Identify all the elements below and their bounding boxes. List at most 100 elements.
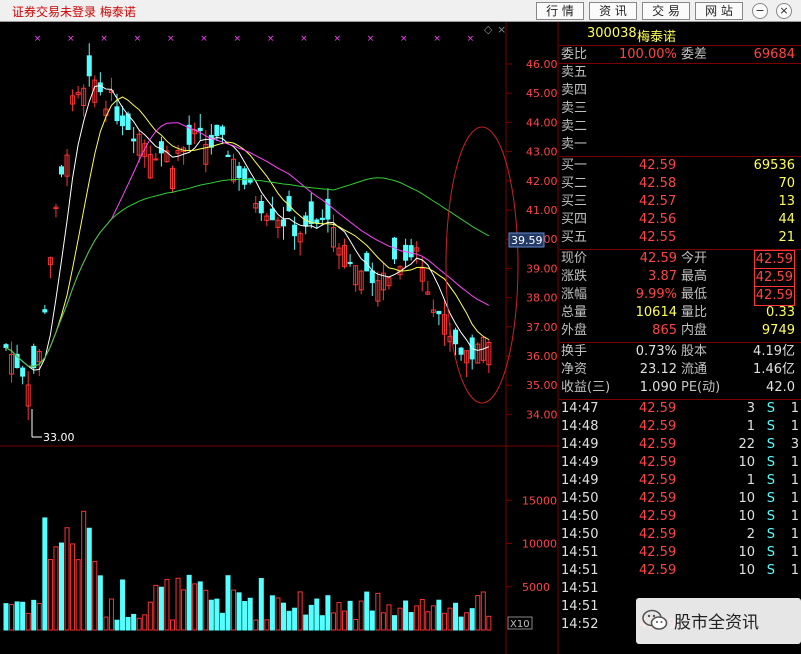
volume-bar	[364, 591, 370, 631]
website-button[interactable]: 网 站	[695, 2, 743, 20]
nav-buttons: 行 情 资 讯 交 易 网 站	[536, 2, 743, 20]
tick-t: 14:49	[561, 473, 599, 488]
buy-row: 买三 42.57 13	[561, 194, 795, 209]
volume-bar	[186, 574, 192, 631]
finance-row: 收益(三) 1.090 PE(动) 42.0	[561, 380, 795, 395]
candle	[325, 198, 331, 220]
sell-row: 卖四	[561, 83, 588, 98]
candle	[258, 201, 264, 214]
kline-chart[interactable]: 46.0045.0044.0043.0042.0041.0040.0039.00…	[0, 22, 559, 654]
candle	[120, 115, 126, 127]
candle	[86, 55, 92, 77]
minimize-icon[interactable]: −	[752, 3, 768, 19]
tick-s: S	[766, 527, 775, 542]
weicha-value: 69684	[753, 47, 795, 62]
volume-bar	[447, 607, 453, 631]
tick-p: 42.59	[639, 563, 677, 578]
volume-bar	[92, 560, 98, 631]
event-marker: ×	[367, 34, 375, 44]
volume-bar	[147, 601, 153, 631]
volume-bar	[414, 605, 420, 631]
candle	[403, 244, 409, 261]
tick-v: 1	[746, 473, 755, 488]
news-button[interactable]: 资 讯	[589, 2, 637, 20]
tick-row: 14:50 42.59 10 S 1	[559, 490, 801, 508]
sell-row: 卖三	[561, 101, 588, 116]
close-icon[interactable]: ×	[776, 3, 792, 19]
buy-row: 买二 42.58 70	[561, 176, 795, 191]
volume-bar	[380, 612, 386, 631]
volume-bar	[464, 612, 470, 631]
chart-grid	[0, 22, 559, 654]
diamond-icon[interactable]: ◇	[484, 23, 493, 36]
volume-bar	[486, 615, 492, 631]
volume-bar	[353, 619, 359, 631]
volume-bar	[475, 595, 481, 631]
price-tick-label: 41.00	[526, 204, 558, 217]
stock-code: 300038	[587, 26, 637, 41]
volume-tick-label: 15000	[522, 494, 557, 507]
volume-bar	[175, 577, 181, 631]
ma10-line	[5, 96, 490, 367]
event-marker: ×	[400, 34, 408, 44]
price-tick-label: 44.00	[526, 116, 558, 129]
weibi-label: 委比	[561, 47, 588, 62]
volume-bar	[81, 510, 87, 631]
volume-bar	[436, 599, 442, 631]
tick-p: 42.59	[639, 473, 677, 488]
volume-bar	[9, 604, 15, 631]
candle	[292, 224, 298, 237]
moving-averages	[5, 85, 490, 371]
volume-bar	[47, 559, 53, 631]
volume-bar	[441, 612, 447, 631]
volume-bar	[31, 599, 37, 631]
ma60-line	[5, 177, 490, 367]
volume-bar	[308, 604, 314, 631]
candle	[214, 124, 220, 137]
quote-row: 涨幅 9.99% 最低 42.59	[559, 286, 801, 306]
tick-s: S	[766, 473, 775, 488]
volume-bar	[242, 601, 248, 631]
volume-bar	[347, 600, 353, 631]
candle	[225, 154, 231, 158]
volume-bar	[236, 592, 242, 631]
tick-s: S	[766, 419, 775, 434]
volume-bar	[14, 601, 20, 631]
event-marker: ×	[34, 34, 42, 44]
volume-bars	[3, 510, 492, 631]
volume-bar	[297, 591, 303, 631]
weibi-value: 100.00%	[619, 47, 677, 62]
trade-button[interactable]: 交 易	[642, 2, 690, 20]
volume-bar	[142, 614, 148, 631]
tick-row: 14:48 42.59 1 S 1	[559, 418, 801, 436]
chart-close-icon[interactable]: ×	[497, 23, 506, 36]
volume-bar	[125, 616, 131, 631]
candle	[308, 201, 314, 224]
candle	[347, 261, 353, 264]
tick-row: 14:51 42.59 10 S 1	[559, 544, 801, 562]
sell-row: 卖五	[561, 65, 588, 80]
volume-bar	[86, 527, 92, 631]
stock-header: 300038 梅泰诺	[559, 22, 801, 46]
buy-row: 买四 42.56 44	[561, 212, 795, 227]
event-marker: ×	[300, 34, 308, 44]
volume-bar	[170, 619, 175, 631]
candlesticks	[3, 43, 492, 421]
tick-row: 14:50 42.59 2 S 1	[559, 526, 801, 544]
quote-button[interactable]: 行 情	[536, 2, 584, 20]
volume-bar	[225, 575, 231, 631]
volume-tick-label: 5000	[522, 581, 550, 594]
tick-t: 14:48	[561, 419, 599, 434]
volume-bar	[264, 619, 270, 631]
current-price-label: 39.59	[511, 234, 543, 247]
candle	[458, 347, 464, 355]
tick-v: 10	[738, 455, 755, 470]
wechat-icon	[642, 609, 668, 630]
tick-v: 2	[746, 527, 755, 542]
volume-bar	[281, 602, 286, 631]
buy-row: 买五 42.55 21	[561, 230, 795, 245]
candle	[408, 245, 414, 258]
volume-bar	[358, 600, 364, 631]
tick-t: 14:52	[561, 617, 599, 632]
tick-t: 14:49	[561, 455, 599, 470]
